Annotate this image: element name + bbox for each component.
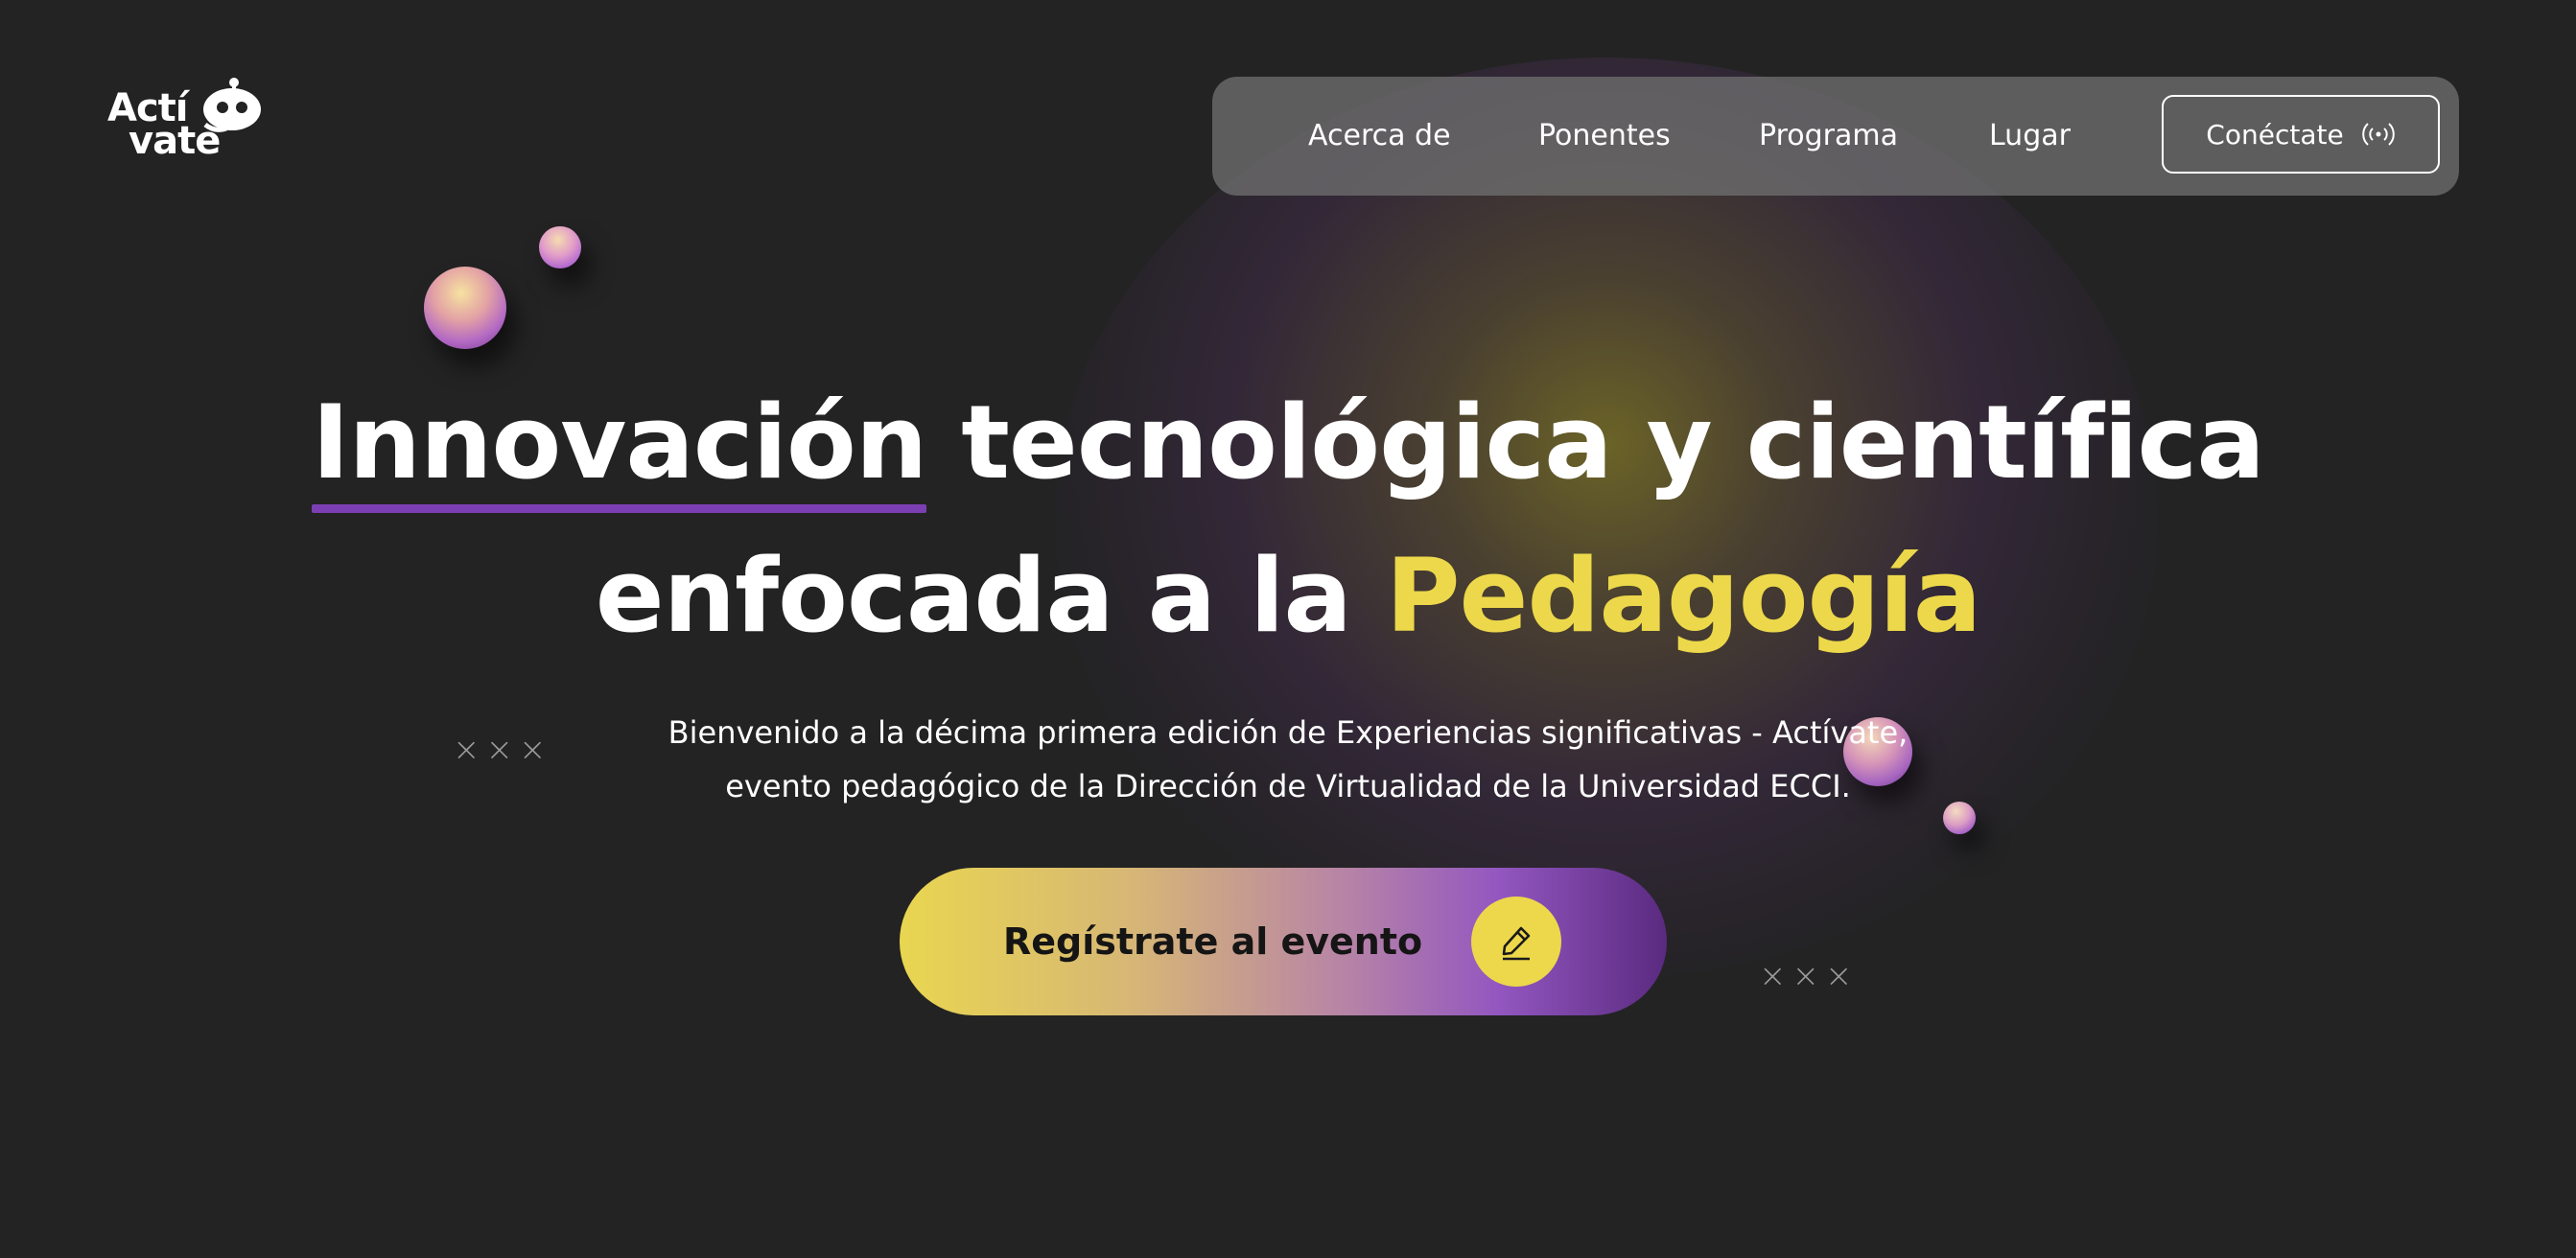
decorative-sphere-large-left: [424, 267, 506, 349]
nav-item-speakers[interactable]: Ponentes: [1538, 77, 1671, 196]
decorative-sphere-small-left: [539, 226, 581, 268]
nav-item-about[interactable]: Acerca de: [1308, 77, 1451, 196]
nav-item-program[interactable]: Programa: [1759, 77, 1898, 196]
decorative-x-marks-right: ×××: [1759, 957, 1859, 995]
register-event-button[interactable]: Regístrate al evento: [900, 868, 1667, 1015]
pencil-icon: [1471, 897, 1561, 987]
hero-title-line1: Innovación tecnológica y científica: [0, 384, 2576, 513]
hero-subtitle-line1: Bienvenido a la décima primera edición d…: [667, 714, 1909, 751]
hero-subtitle-line2: evento pedagógico de la Dirección de Vir…: [725, 768, 1851, 804]
register-event-label: Regístrate al evento: [1003, 920, 1423, 963]
hero-subtitle: Bienvenido a la décima primera edición d…: [0, 706, 2576, 813]
robot-icon: [203, 78, 261, 132]
pencil-icon-svg: [1502, 926, 1531, 961]
landing-page: Actí vate Acerca de Ponentes Programa Lu…: [0, 0, 2576, 1258]
nav-item-place[interactable]: Lugar: [1989, 77, 2071, 196]
hero-title-highlight: Pedagogía: [1385, 537, 1981, 655]
activate-logo[interactable]: Actí vate: [104, 71, 276, 167]
hero-title-line2-prefix: enfocada a la: [595, 537, 1386, 655]
top-navigation: Acerca de Ponentes Programa Lugar Conéct…: [1212, 77, 2459, 196]
hero-title-line1-rest: tecnológica y científica: [926, 384, 2265, 501]
background-glow: [1055, 58, 2158, 978]
hero-title-line2: enfocada a la Pedagogía: [0, 537, 2576, 655]
hero-title-underlined-word: Innovación: [312, 384, 927, 513]
connect-button[interactable]: Conéctate: [2162, 95, 2440, 174]
broadcast-icon: [2361, 123, 2395, 146]
connect-button-label: Conéctate: [2206, 118, 2344, 151]
